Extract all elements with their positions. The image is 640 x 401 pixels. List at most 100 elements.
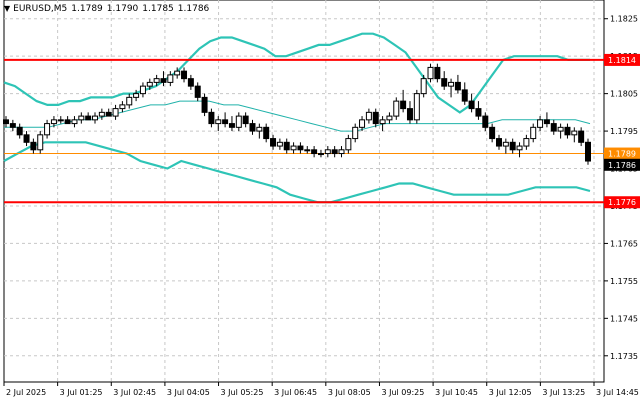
upper-bollinger-band xyxy=(3,32,590,114)
candle-body xyxy=(92,115,99,121)
candle-body xyxy=(379,119,386,125)
candle-body xyxy=(543,119,550,125)
candle-body xyxy=(427,66,434,80)
candle-body xyxy=(9,123,16,128)
chart-window[interactable]: 1.18251.18151.18051.17951.17851.17751.17… xyxy=(0,0,640,401)
candle-body xyxy=(119,104,126,110)
candle-body xyxy=(228,123,235,128)
candle-body xyxy=(187,78,194,87)
candle-body xyxy=(434,66,441,80)
x-tick-label: 3 Jul 09:25 xyxy=(381,388,424,397)
candle-body xyxy=(372,111,379,125)
candle-body xyxy=(23,134,30,143)
candle-body xyxy=(386,115,393,121)
candle-body xyxy=(249,123,256,132)
candle-body xyxy=(304,149,311,152)
close-value: 1.1786 xyxy=(177,4,210,14)
candle-body xyxy=(105,111,112,117)
candle-body xyxy=(64,119,71,125)
candle-body xyxy=(400,100,407,110)
y-tick-label: 1.1755 xyxy=(610,277,638,286)
candle-body xyxy=(194,85,201,98)
candle-body xyxy=(482,115,489,128)
candle-body xyxy=(235,115,242,128)
candle-body xyxy=(126,96,133,106)
candle-body xyxy=(365,111,372,121)
candle-body xyxy=(461,89,468,102)
candle-body xyxy=(393,100,400,117)
x-tick-label: 3 Jul 14:45 xyxy=(596,388,639,397)
candle-body xyxy=(167,74,174,83)
candle-body xyxy=(276,141,283,147)
symbol-label: EURUSD,M5 xyxy=(13,4,68,14)
candle-body xyxy=(502,141,509,147)
candle-body xyxy=(270,138,277,147)
candle-body xyxy=(495,138,502,147)
candle-body xyxy=(208,111,215,125)
dropdown-triangle-icon[interactable]: ▼ xyxy=(4,4,10,13)
open-value: 1.1789 xyxy=(71,4,103,14)
candle-body xyxy=(550,123,557,132)
y-tick-label: 1.1825 xyxy=(610,15,638,24)
x-tick-label: 3 Jul 02:45 xyxy=(113,388,156,397)
candle-body xyxy=(57,119,64,122)
candle-body xyxy=(133,93,140,98)
marker-price-tag: 1.1789 xyxy=(608,150,636,159)
candle-body xyxy=(352,126,359,140)
candle-body xyxy=(174,70,181,76)
x-tick-label: 3 Jul 08:05 xyxy=(328,388,371,397)
low-value: 1.1785 xyxy=(142,4,174,14)
candle-body xyxy=(530,126,537,140)
candle-body xyxy=(201,96,208,113)
candle-body xyxy=(242,115,249,125)
x-tick-label: 3 Jul 04:05 xyxy=(167,388,210,397)
candle-body xyxy=(139,85,146,95)
candle-body xyxy=(448,81,455,87)
candle-body xyxy=(98,111,105,117)
candle-body xyxy=(523,138,530,147)
candle-body xyxy=(509,141,516,151)
x-tick-label: 3 Jul 05:25 xyxy=(221,388,264,397)
candle-body xyxy=(181,70,188,80)
candle-body xyxy=(516,145,523,151)
candle-body xyxy=(468,100,475,110)
candle-body xyxy=(338,149,345,155)
candle-body xyxy=(413,93,420,121)
y-tick-label: 1.1765 xyxy=(610,239,638,248)
candle-body xyxy=(585,141,591,162)
y-tick-label: 1.1805 xyxy=(610,90,638,99)
candle-body xyxy=(454,81,461,91)
candle-body xyxy=(85,115,92,121)
candle-body xyxy=(153,78,160,83)
candle-body xyxy=(16,126,23,136)
candle-body xyxy=(283,141,290,151)
candle-body xyxy=(215,119,222,125)
candle-body xyxy=(311,149,318,155)
lower-bollinger-band xyxy=(3,141,591,204)
candle-body xyxy=(359,119,366,128)
price-chart[interactable]: 1.18251.18151.18051.17951.17851.17751.17… xyxy=(0,0,640,401)
support-price-tag: 1.1776 xyxy=(608,198,636,207)
candle-body xyxy=(3,119,9,125)
chart-header: ▼ EURUSD,M5 1.1789 1.1790 1.1785 1.1786 xyxy=(4,4,209,14)
x-tick-label: 3 Jul 10:45 xyxy=(435,388,478,397)
candle-body xyxy=(297,145,304,151)
candle-body xyxy=(263,126,270,140)
candle-body xyxy=(71,119,78,125)
x-tick-label: 3 Jul 13:25 xyxy=(542,388,585,397)
candle-body xyxy=(256,126,263,132)
candle-body xyxy=(222,119,229,125)
candle-body xyxy=(324,149,331,155)
candle-body xyxy=(78,115,85,121)
high-value: 1.1790 xyxy=(106,4,139,14)
candle-body xyxy=(331,149,338,155)
candle-body xyxy=(146,81,153,87)
candle-body xyxy=(537,119,544,128)
candle-body xyxy=(578,130,585,143)
x-tick-label: 3 Jul 06:45 xyxy=(274,388,317,397)
x-tick-label: 3 Jul 01:25 xyxy=(60,388,103,397)
candle-body xyxy=(557,126,564,132)
candle-body xyxy=(50,119,57,125)
moving-average-line xyxy=(4,100,591,132)
candles xyxy=(3,63,591,165)
